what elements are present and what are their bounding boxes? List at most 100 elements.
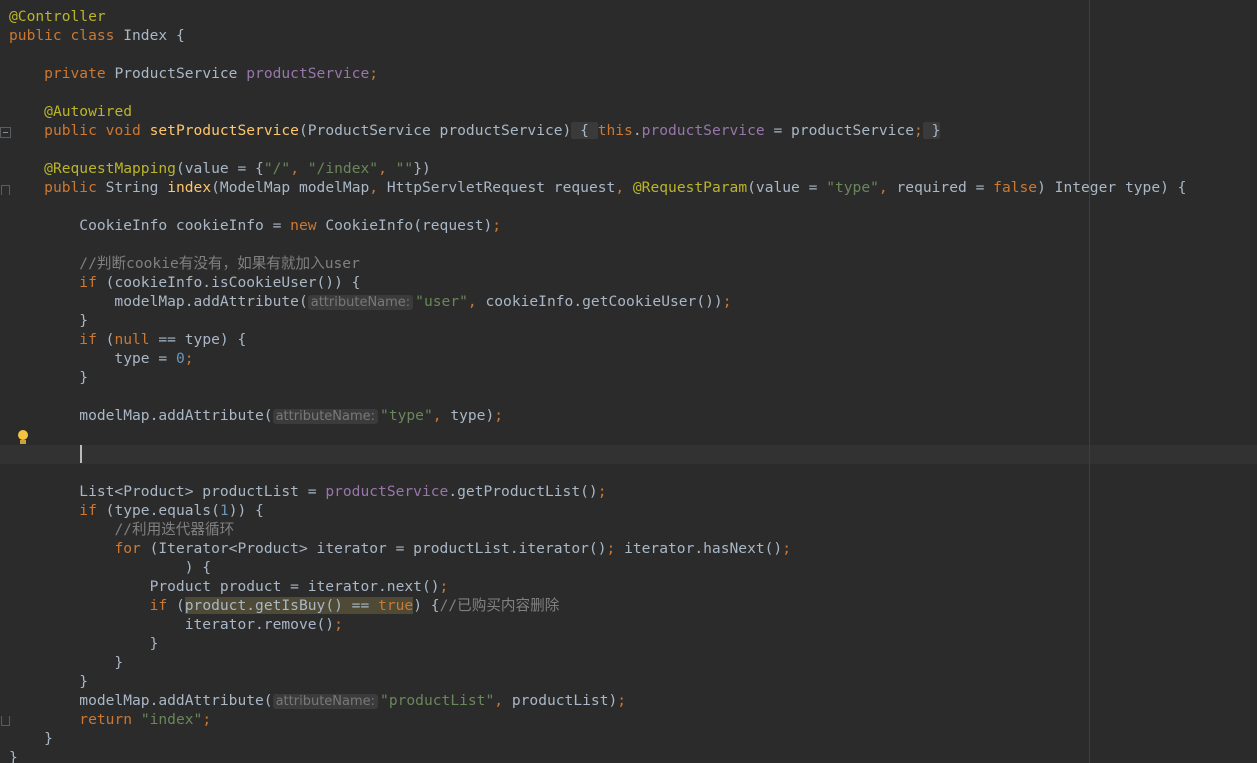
code-line[interactable]: private ProductService productService; xyxy=(9,64,378,83)
code-token: "" xyxy=(395,160,414,177)
code-line[interactable]: type = 0; xyxy=(9,349,193,368)
code-token: ; xyxy=(606,540,625,557)
code-token: } xyxy=(9,312,89,329)
code-line[interactable]: } xyxy=(9,748,18,763)
code-token: , xyxy=(878,179,897,196)
code-token: } xyxy=(9,654,124,671)
code-line[interactable]: iterator.remove(); xyxy=(9,615,343,634)
code-token: }) xyxy=(413,160,431,177)
code-token: "index" xyxy=(140,711,203,728)
code-token: private xyxy=(44,65,115,82)
code-line[interactable]: public void setProductService(ProductSer… xyxy=(9,121,941,140)
code-line[interactable]: Product product = iterator.next(); xyxy=(9,577,449,596)
code-line[interactable]: for (Iterator<Product> iterator = produc… xyxy=(9,539,791,558)
code-token: @RequestParam xyxy=(632,179,748,196)
code-token: null xyxy=(114,331,159,348)
code-token: { xyxy=(571,122,598,139)
fold-icon[interactable] xyxy=(1,185,10,195)
code-token: , xyxy=(432,407,451,424)
code-token: 0 xyxy=(175,350,185,367)
code-token: true xyxy=(378,597,414,614)
code-token: , xyxy=(615,179,633,196)
current-line-highlight xyxy=(0,445,1257,464)
code-token: , xyxy=(494,692,512,709)
code-token: (type.equals( xyxy=(105,502,220,519)
code-token: } xyxy=(9,749,18,763)
code-token: productService xyxy=(325,483,449,500)
code-token: } xyxy=(9,673,89,690)
code-line[interactable]: public class Index { xyxy=(9,26,185,45)
code-line[interactable]: } xyxy=(9,634,159,653)
code-token: @Controller xyxy=(9,8,106,25)
code-line[interactable]: if (cookieInfo.isCookieUser()) { xyxy=(9,273,360,292)
code-line[interactable]: modelMap.addAttribute(attributeName: "typ… xyxy=(9,406,503,425)
code-token: type) xyxy=(450,407,495,424)
code-token: this xyxy=(597,122,633,139)
code-token: ; xyxy=(494,407,504,424)
code-token: (Iterator<Product> iterator = productLis… xyxy=(149,540,607,557)
code-token: ; xyxy=(492,217,502,234)
code-token: } xyxy=(9,730,53,747)
code-line[interactable]: @RequestMapping(value = {"/", "/index", … xyxy=(9,159,431,178)
code-line[interactable]: if (product.getIsBuy() == true) {//已购买内容… xyxy=(9,596,559,615)
code-token: index xyxy=(167,179,212,196)
code-line[interactable]: @Autowired xyxy=(9,102,132,121)
code-token: ; xyxy=(722,293,732,310)
code-token: for xyxy=(114,540,150,557)
code-token: ; xyxy=(369,65,379,82)
code-token: (ProductService productService) xyxy=(298,122,572,139)
code-token: String xyxy=(105,179,168,196)
code-token: ) Integer type) { xyxy=(1037,179,1187,196)
lightbulb-icon[interactable] xyxy=(16,430,30,445)
code-token: CookieInfo cookieInfo = xyxy=(9,217,291,234)
code-line[interactable]: modelMap.addAttribute(attributeName: "use… xyxy=(9,292,732,311)
code-token: == type) { xyxy=(158,331,247,348)
code-line[interactable]: } xyxy=(9,311,88,330)
code-line[interactable]: } xyxy=(9,368,88,387)
lightbulb-base xyxy=(20,440,26,444)
code-token: } xyxy=(9,369,89,386)
code-line[interactable]: } xyxy=(9,653,123,672)
code-token: ( xyxy=(175,597,185,614)
code-token: required = xyxy=(896,179,994,196)
lightbulb-glass xyxy=(18,430,28,440)
code-token: public void xyxy=(44,122,150,139)
fold-icon[interactable] xyxy=(1,716,10,726)
code-token: ; xyxy=(914,122,923,139)
code-token: ; xyxy=(782,540,792,557)
code-line[interactable]: //判断cookie有没有，如果有就加入user xyxy=(9,254,360,273)
code-line[interactable]: } xyxy=(9,729,53,748)
code-line[interactable]: } xyxy=(9,672,88,691)
code-line[interactable]: //利用迭代器循环 xyxy=(9,520,234,539)
code-line[interactable]: if (type.equals(1)) { xyxy=(9,501,264,520)
code-line[interactable]: modelMap.addAttribute(attributeName: "pro… xyxy=(9,691,626,710)
code-token: (cookieInfo.isCookieUser()) { xyxy=(105,274,361,291)
code-token: ; xyxy=(202,711,212,728)
code-line[interactable]: CookieInfo cookieInfo = new CookieInfo(r… xyxy=(9,216,501,235)
code-line[interactable]: @Controller xyxy=(9,7,106,26)
code-token: ProductService xyxy=(114,65,247,82)
code-line[interactable]: return "index"; xyxy=(9,710,211,729)
code-token: , xyxy=(290,160,308,177)
code-token: if xyxy=(79,331,106,348)
code-token: "type" xyxy=(826,179,879,196)
code-token: )) { xyxy=(228,502,264,519)
code-token: Product product = iterator.next() xyxy=(9,578,440,595)
code-token: if xyxy=(79,274,106,291)
code-line[interactable]: ) { xyxy=(9,558,211,577)
code-token: @Autowired xyxy=(44,103,133,120)
code-token: modelMap.addAttribute( xyxy=(9,293,308,310)
code-token: ; xyxy=(334,616,343,633)
code-editor[interactable]: @Controller public class Index { private … xyxy=(0,0,1257,763)
code-line[interactable]: if (null == type) { xyxy=(9,330,246,349)
fold-icon[interactable] xyxy=(0,127,11,138)
code-line[interactable]: public String index(ModelMap modelMap, H… xyxy=(9,178,1186,197)
code-token: CookieInfo(request) xyxy=(325,217,493,234)
code-line[interactable]: List<Product> productList = productServi… xyxy=(9,482,606,501)
